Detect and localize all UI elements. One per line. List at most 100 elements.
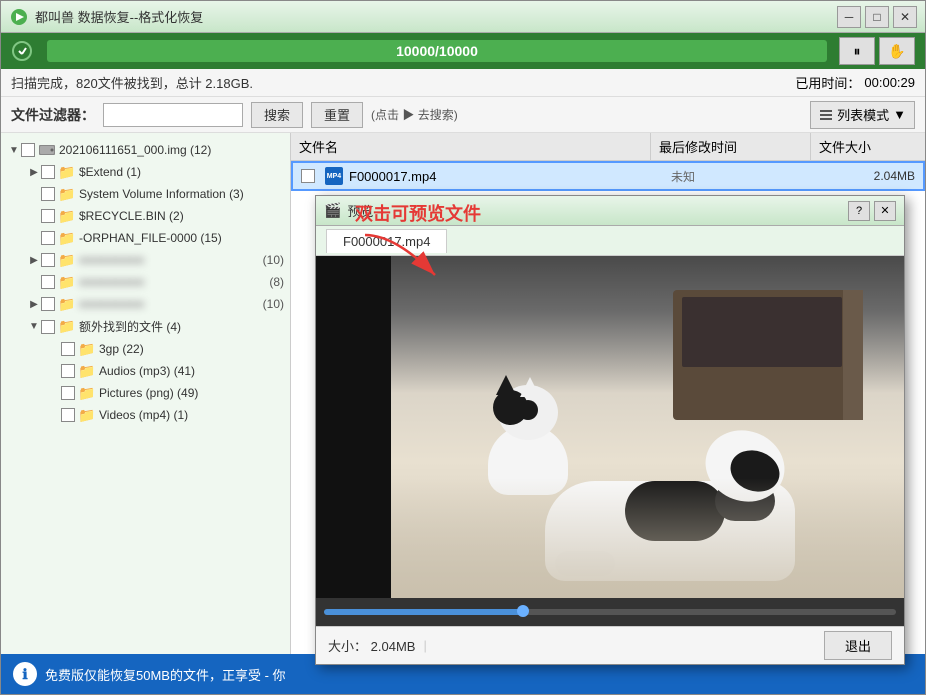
- tree-item-blur1[interactable]: ▶ 📁 ■■■■■■■■■ (10): [21, 249, 290, 271]
- folder-icon: 📁: [59, 252, 75, 268]
- preview-help-button[interactable]: ?: [848, 201, 870, 221]
- file-cell-name: MP4 F0000017.mp4: [293, 167, 663, 185]
- reset-button[interactable]: 重置: [311, 102, 363, 128]
- tree-item-pictures[interactable]: ▶ 📁 Pictures (png) (49): [41, 382, 290, 404]
- tree-arrow: ▼: [7, 143, 21, 157]
- status-text: 免费版仅能恢复50MB的文件，正享受 - 你: [45, 665, 286, 684]
- progress-area: 10000/10000 ⏸ ✋: [1, 33, 925, 69]
- status-icon: ℹ: [13, 662, 37, 686]
- tree-checkbox[interactable]: [41, 275, 55, 289]
- time-info: 已用时间： 00:00:29: [795, 73, 915, 92]
- title-bar: 都叫兽 数据恢复--格式化恢复 ─ □ ✕: [1, 1, 925, 33]
- tree-checkbox[interactable]: [41, 231, 55, 245]
- tree-item-extra[interactable]: ▼ 📁 额外找到的文件 (4): [21, 315, 290, 338]
- file-table-header: 文件名 最后修改时间 文件大小: [291, 133, 925, 161]
- video-progress-fill: [324, 609, 524, 615]
- tree-item-count: (8): [269, 275, 284, 289]
- folder-icon: 📁: [59, 186, 75, 202]
- app-icon: [9, 7, 29, 27]
- file-cell-size: 2.04MB: [823, 169, 923, 183]
- folder-icon: 📁: [79, 341, 95, 357]
- preview-title-bar: 🎬 预览 ? ✕: [316, 196, 904, 226]
- preview-file-tab-name[interactable]: F0000017.mp4: [326, 229, 447, 253]
- mp4-icon: MP4: [325, 167, 343, 185]
- preview-file-tab: F0000017.mp4: [316, 226, 904, 256]
- folder-icon: 📁: [79, 363, 95, 379]
- file-checkbox[interactable]: [301, 169, 315, 183]
- tree-item-count: (10): [263, 253, 284, 267]
- preview-video-area: [316, 256, 904, 598]
- tree-checkbox[interactable]: [41, 253, 55, 267]
- tree-item-blur2[interactable]: ▶ 📁 ■■■■■■■■■ (8): [21, 271, 290, 293]
- tree-item-count: (10): [263, 297, 284, 311]
- tree-item-extend[interactable]: ▶ 📁 $Extend (1): [21, 161, 290, 183]
- tree-item-videos[interactable]: ▶ 📁 Videos (mp4) (1): [41, 404, 290, 426]
- pause-button[interactable]: ⏸: [839, 37, 875, 65]
- folder-icon: 📁: [79, 385, 95, 401]
- filter-label: 文件过滤器：: [11, 105, 95, 125]
- tree-item-label: ■■■■■■■■■: [79, 275, 267, 289]
- tree-checkbox[interactable]: [41, 187, 55, 201]
- preview-exit-button[interactable]: 退出: [824, 631, 892, 660]
- tree-checkbox[interactable]: [41, 297, 55, 311]
- file-cell-time: 未知: [663, 168, 823, 185]
- tree-item-blur3[interactable]: ▶ 📁 ■■■■■■■■■ (10): [21, 293, 290, 315]
- progress-bar: 10000/10000: [47, 40, 827, 62]
- video-progress-handle: [517, 605, 529, 617]
- tree-arrow: ▶: [27, 253, 41, 267]
- col-header-time: 最后修改时间: [651, 133, 811, 160]
- tree-checkbox[interactable]: [61, 408, 75, 422]
- file-name: F0000017.mp4: [349, 169, 436, 184]
- tree-item-label: ■■■■■■■■■: [79, 253, 261, 267]
- search-button[interactable]: 搜索: [251, 102, 303, 128]
- preview-footer: 大小： 2.04MB | 退出: [316, 626, 904, 664]
- preview-title-buttons: ? ✕: [848, 201, 896, 221]
- tree-arrow: ▼: [27, 320, 41, 334]
- stop-button[interactable]: ✋: [879, 37, 915, 65]
- tree-item-drive[interactable]: ▼ 202106111651_000.img (12): [1, 139, 290, 161]
- tree-checkbox[interactable]: [41, 209, 55, 223]
- tree-arrow: ▶: [27, 297, 41, 311]
- preview-size-label: 大小： 2.04MB: [328, 636, 415, 655]
- tree-item-recycle[interactable]: ▶ 📁 $RECYCLE.BIN (2): [21, 205, 290, 227]
- list-icon: [819, 108, 833, 122]
- toolbar: 文件过滤器： 搜索 重置 (点击 ▶ 去搜索) 列表模式 ▼: [1, 97, 925, 133]
- view-mode-label: 列表模式: [837, 105, 889, 124]
- preview-controls: [316, 598, 904, 626]
- tree-checkbox[interactable]: [41, 165, 55, 179]
- minimize-button[interactable]: ─: [837, 6, 861, 28]
- preview-dialog: 🎬 预览 ? ✕ F0000017.mp4: [315, 195, 905, 665]
- folder-icon: 📁: [79, 407, 95, 423]
- tree-checkbox[interactable]: [41, 320, 55, 334]
- view-mode-button[interactable]: 列表模式 ▼: [810, 101, 915, 129]
- tree-item-label: 3gp (22): [99, 342, 284, 356]
- window-title: 都叫兽 数据恢复--格式化恢复: [35, 7, 837, 26]
- window-controls: ─ □ ✕: [837, 6, 917, 28]
- preview-title-icon: 🎬: [324, 202, 341, 219]
- tree-checkbox[interactable]: [21, 143, 35, 157]
- tree-item-label: $RECYCLE.BIN (2): [79, 209, 284, 223]
- filter-input[interactable]: [103, 103, 243, 127]
- video-progress-track[interactable]: [324, 609, 896, 615]
- tree-item-3gp[interactable]: ▶ 📁 3gp (22): [41, 338, 290, 360]
- preview-close-button[interactable]: ✕: [874, 201, 896, 221]
- file-row[interactable]: MP4 F0000017.mp4 未知 2.04MB: [291, 161, 925, 191]
- progress-value: 10000/10000: [396, 43, 478, 59]
- scan-info-text: 扫描完成，820文件被找到，总计 2.18GB.: [11, 73, 253, 92]
- tree-item-label: $Extend (1): [79, 165, 284, 179]
- tree-item-sysvolinfo[interactable]: ▶ 📁 System Volume Information (3): [21, 183, 290, 205]
- tree-item-label: ■■■■■■■■■: [79, 297, 261, 311]
- tree-item-orphan[interactable]: ▶ 📁 -ORPHAN_FILE-0000 (15): [21, 227, 290, 249]
- tree-checkbox[interactable]: [61, 364, 75, 378]
- folder-icon: 📁: [59, 164, 75, 180]
- time-value: 00:00:29: [864, 75, 915, 90]
- col-header-size: 文件大小: [811, 133, 911, 160]
- tree-item-audios[interactable]: ▶ 📁 Audios (mp3) (41): [41, 360, 290, 382]
- maximize-button[interactable]: □: [865, 6, 889, 28]
- tree-checkbox[interactable]: [61, 386, 75, 400]
- tree-checkbox[interactable]: [61, 342, 75, 356]
- tree-item-label: Audios (mp3) (41): [99, 364, 284, 378]
- tree-arrow: ▶: [27, 165, 41, 179]
- folder-icon: 📁: [59, 230, 75, 246]
- close-button[interactable]: ✕: [893, 6, 917, 28]
